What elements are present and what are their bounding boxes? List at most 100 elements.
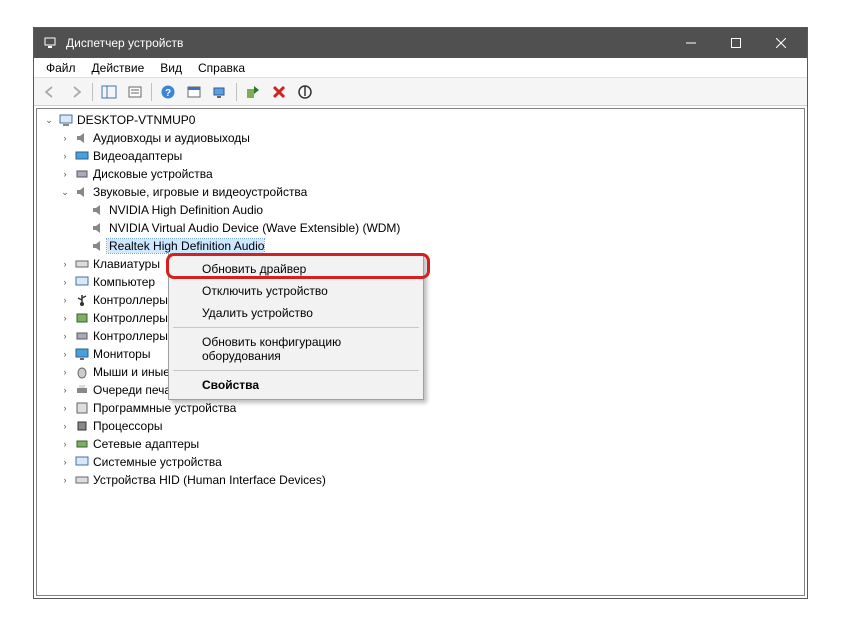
tree-device-selected[interactable]: Realtek High Definition Audio <box>37 237 804 255</box>
tree-category[interactable]: › Видеоадаптеры <box>37 147 804 165</box>
expander-closed-icon[interactable]: › <box>57 367 73 377</box>
expander-closed-icon[interactable]: › <box>57 313 73 323</box>
minimize-button[interactable] <box>668 28 713 58</box>
tree-category[interactable]: › Системные устройства <box>37 453 804 471</box>
usb-icon <box>73 293 91 307</box>
window-title: Диспетчер устройств <box>66 36 668 50</box>
speaker-icon <box>73 131 91 145</box>
menu-properties[interactable]: Свойства <box>172 374 420 396</box>
expander-closed-icon[interactable]: › <box>57 295 73 305</box>
tree-label: Звуковые, игровые и видеоустройства <box>91 185 307 199</box>
tree-label: Мониторы <box>91 347 150 361</box>
maximize-button[interactable] <box>713 28 758 58</box>
processor-icon <box>73 419 91 433</box>
toolbar: ? <box>34 78 807 106</box>
tree-device[interactable]: NVIDIA Virtual Audio Device (Wave Extens… <box>37 219 804 237</box>
keyboard-icon <box>73 257 91 271</box>
tree-label: Аудиовходы и аудиовыходы <box>91 131 250 145</box>
tree-label: Клавиатуры <box>91 257 160 271</box>
close-button[interactable] <box>758 28 803 58</box>
software-device-icon <box>73 401 91 415</box>
svg-text:?: ? <box>165 88 171 99</box>
tree-device[interactable]: NVIDIA High Definition Audio <box>37 201 804 219</box>
menu-scan-hardware[interactable]: Обновить конфигурацию оборудования <box>172 331 420 367</box>
tree-category[interactable]: › Аудиовходы и аудиовыходы <box>37 129 804 147</box>
system-device-icon <box>73 455 91 469</box>
tree-label: DESKTOP-VTNMUP0 <box>75 113 195 127</box>
back-button[interactable] <box>38 81 62 103</box>
tree-category[interactable]: › Сетевые адаптеры <box>37 435 804 453</box>
expander-closed-icon[interactable]: › <box>57 259 73 269</box>
tree-category[interactable]: › Дисковые устройства <box>37 165 804 183</box>
update-driver-button[interactable] <box>241 81 265 103</box>
tree-label: NVIDIA High Definition Audio <box>107 203 263 217</box>
menu-update-driver[interactable]: Обновить драйвер <box>172 258 420 280</box>
scan-hardware-button[interactable] <box>208 81 232 103</box>
expander-closed-icon[interactable]: › <box>57 349 73 359</box>
help-button[interactable]: ? <box>156 81 180 103</box>
action-button[interactable] <box>182 81 206 103</box>
mouse-icon <box>73 365 91 379</box>
toolbar-separator <box>92 83 93 101</box>
expander-closed-icon[interactable]: › <box>57 331 73 341</box>
expander-closed-icon[interactable]: › <box>57 421 73 431</box>
expander-closed-icon[interactable]: › <box>57 169 73 179</box>
tree-label: NVIDIA Virtual Audio Device (Wave Extens… <box>107 221 400 235</box>
tree-category[interactable]: ⌄ Звуковые, игровые и видеоустройства <box>37 183 804 201</box>
storage-controller-icon <box>73 311 91 325</box>
menu-help[interactable]: Справка <box>190 59 253 77</box>
menu-disable-device[interactable]: Отключить устройство <box>172 280 420 302</box>
disk-icon <box>73 167 91 181</box>
menubar: Файл Действие Вид Справка <box>34 58 807 78</box>
toolbar-separator <box>151 83 152 101</box>
tree-label: Процессоры <box>91 419 163 433</box>
hid-icon <box>73 473 91 487</box>
speaker-icon <box>73 185 91 199</box>
ide-controller-icon <box>73 329 91 343</box>
tree-category[interactable]: › Устройства HID (Human Interface Device… <box>37 471 804 489</box>
speaker-icon <box>89 239 107 253</box>
printer-icon <box>73 383 91 397</box>
menu-separator <box>173 327 419 328</box>
expander-closed-icon[interactable]: › <box>57 457 73 467</box>
expander-closed-icon[interactable]: › <box>57 403 73 413</box>
uninstall-button[interactable] <box>267 81 291 103</box>
tree-category[interactable]: › Программные устройства <box>37 399 804 417</box>
tree-root[interactable]: ⌄ DESKTOP-VTNMUP0 <box>37 111 804 129</box>
expander-open-icon[interactable]: ⌄ <box>41 115 57 126</box>
tree-label: Программные устройства <box>91 401 236 415</box>
speaker-icon <box>89 203 107 217</box>
titlebar[interactable]: Диспетчер устройств <box>34 28 807 58</box>
network-adapter-icon <box>73 437 91 451</box>
menu-action[interactable]: Действие <box>84 59 153 77</box>
tree-label: Устройства HID (Human Interface Devices) <box>91 473 326 487</box>
tree-label: Дисковые устройства <box>91 167 213 181</box>
disable-button[interactable] <box>293 81 317 103</box>
tree-label: Сетевые адаптеры <box>91 437 199 451</box>
expander-closed-icon[interactable]: › <box>57 151 73 161</box>
expander-closed-icon[interactable]: › <box>57 385 73 395</box>
forward-button[interactable] <box>64 81 88 103</box>
expander-closed-icon[interactable]: › <box>57 133 73 143</box>
app-icon <box>42 35 58 51</box>
menu-file[interactable]: Файл <box>38 59 84 77</box>
computer-icon <box>57 113 75 127</box>
menu-view[interactable]: Вид <box>152 59 190 77</box>
toolbar-separator <box>236 83 237 101</box>
expander-closed-icon[interactable]: › <box>57 439 73 449</box>
expander-closed-icon[interactable]: › <box>57 277 73 287</box>
tree-label: Системные устройства <box>91 455 222 469</box>
monitor-icon <box>73 347 91 361</box>
tree-label: Realtek High Definition Audio <box>107 239 264 253</box>
menu-uninstall-device[interactable]: Удалить устройство <box>172 302 420 324</box>
properties-button[interactable] <box>123 81 147 103</box>
expander-closed-icon[interactable]: › <box>57 475 73 485</box>
display-adapter-icon <box>73 149 91 163</box>
expander-open-icon[interactable]: ⌄ <box>57 187 73 198</box>
tree-label: Компьютер <box>91 275 155 289</box>
menu-separator <box>173 370 419 371</box>
tree-category[interactable]: › Процессоры <box>37 417 804 435</box>
show-hide-tree-button[interactable] <box>97 81 121 103</box>
speaker-icon <box>89 221 107 235</box>
computer-icon <box>73 275 91 289</box>
